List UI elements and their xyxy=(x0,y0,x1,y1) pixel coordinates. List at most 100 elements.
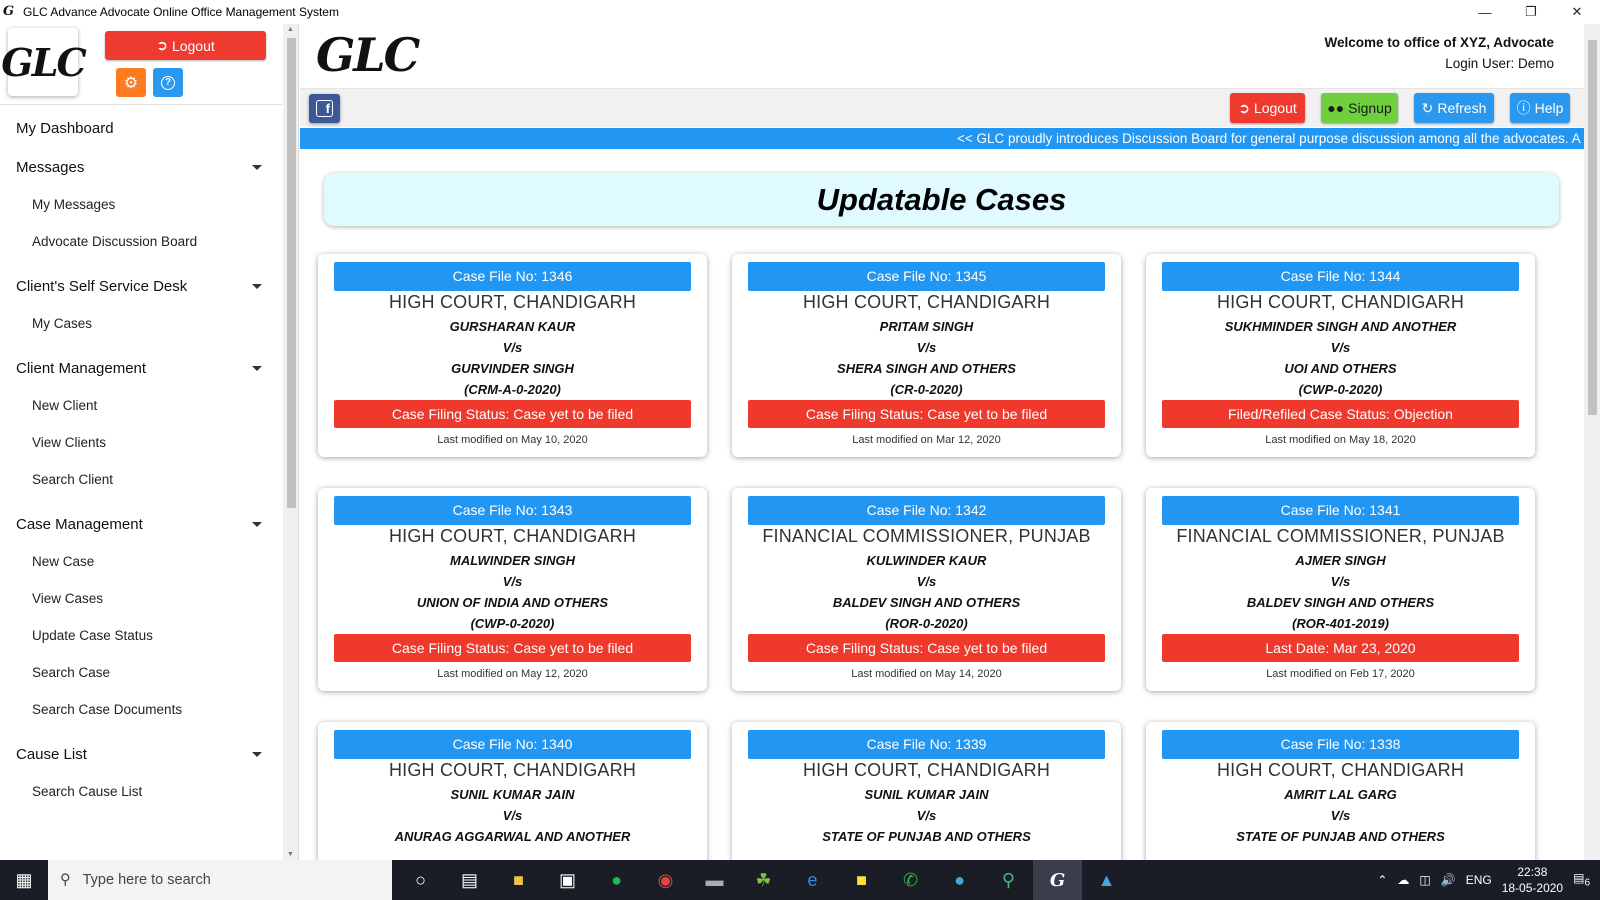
spotify-icon[interactable]: ● xyxy=(592,860,641,900)
case-file-number[interactable]: Case File No: 1339 xyxy=(748,730,1105,759)
sidebar-scrollbar[interactable]: ▲ ▼ xyxy=(283,24,298,860)
clock[interactable]: 22:38 18-05-2020 xyxy=(1502,864,1563,896)
language-indicator[interactable]: ENG xyxy=(1466,873,1492,887)
windows-start-icon[interactable]: ▦ xyxy=(0,860,48,900)
cortana-icon[interactable]: ○ xyxy=(396,860,445,900)
case-card[interactable]: Case File No: 1341 FINANCIAL COMMISSIONER… xyxy=(1146,488,1535,691)
scroll-up-icon[interactable]: ▲ xyxy=(287,26,294,33)
case-file-number[interactable]: Case File No: 1338 xyxy=(1162,730,1519,759)
chevron-up-icon[interactable]: ⌃ xyxy=(1377,873,1387,887)
sidebar-section-messages[interactable]: Messages xyxy=(0,149,282,186)
sidebar-logout-button[interactable]: ➲ Logout xyxy=(105,31,266,60)
news-ticker[interactable]: << GLC proudly introduces Discussion Boa… xyxy=(300,128,1584,149)
scrollbar-thumb[interactable] xyxy=(287,38,296,508)
case-file-number[interactable]: Case File No: 1342 xyxy=(748,496,1105,525)
case-file-number[interactable]: Case File No: 1343 xyxy=(334,496,691,525)
whatsapp-icon[interactable]: ✆ xyxy=(886,860,935,900)
glc-logo[interactable]: GLC xyxy=(1,28,87,96)
scrollbar-thumb[interactable] xyxy=(1588,40,1597,415)
task-view-icon[interactable]: ▤ xyxy=(445,860,494,900)
taskbar: ▦ ⚲ Type here to search ○ ▤ ■ ▣ ● ◉ ▬ ☘ … xyxy=(0,860,1600,900)
sidebar-item-search-case[interactable]: Search Case xyxy=(0,654,282,691)
sidebar-section-client-management[interactable]: Client Management xyxy=(0,350,282,387)
case-file-number[interactable]: Case File No: 1340 xyxy=(334,730,691,759)
help-button[interactable]: ⓘ Help xyxy=(1510,93,1570,123)
header-glc-logo[interactable]: GLC xyxy=(316,28,420,82)
refresh-button[interactable]: ↻ Refresh xyxy=(1414,93,1494,123)
chrome-icon[interactable]: ◉ xyxy=(641,860,690,900)
sidebar-section-cause-list[interactable]: Cause List xyxy=(0,736,282,773)
court-name: HIGH COURT, CHANDIGARH xyxy=(388,526,637,546)
scroll-down-icon[interactable]: ▼ xyxy=(287,851,294,858)
petitioner-name: MALWINDER SINGH xyxy=(450,553,575,568)
case-status-badge: Filed/Refiled Case Status: Objection xyxy=(1162,400,1519,428)
cloud-icon[interactable]: ☁ xyxy=(1397,873,1409,887)
sidebar-item-view-clients[interactable]: View Clients xyxy=(0,424,282,461)
notification-icon[interactable]: ▤6 xyxy=(1573,871,1590,888)
logout-button[interactable]: ➲ Logout xyxy=(1230,93,1305,123)
sidebar-section-self-service[interactable]: Client's Self Service Desk xyxy=(0,268,282,305)
main-scrollbar[interactable] xyxy=(1584,24,1600,860)
app-icon: G xyxy=(3,4,15,19)
case-card[interactable]: Case File No: 1344 HIGH COURT, CHANDIGARH… xyxy=(1146,254,1535,457)
maps-icon[interactable]: ⚲ xyxy=(984,860,1033,900)
case-card[interactable]: Case File No: 1339 HIGH COURT, CHANDIGARH… xyxy=(732,722,1121,860)
court-name: HIGH COURT, CHANDIGARH xyxy=(1216,292,1465,312)
case-status-badge: Case Filing Status: Case yet to be filed xyxy=(748,400,1105,428)
case-file-number[interactable]: Case File No: 1344 xyxy=(1162,262,1519,291)
sidebar-item-my-messages[interactable]: My Messages xyxy=(0,186,282,223)
case-card[interactable]: Case File No: 1346 HIGH COURT, CHANDIGARH… xyxy=(318,254,707,457)
restore-icon[interactable]: ❐ xyxy=(1508,0,1554,24)
case-card[interactable]: Case File No: 1342 FINANCIAL COMMISSIONER… xyxy=(732,488,1121,691)
sidebar-item-search-client[interactable]: Search Client xyxy=(0,461,282,498)
app-leaf-icon[interactable]: ☘ xyxy=(739,860,788,900)
signup-button[interactable]: ●● Signup xyxy=(1321,93,1398,123)
sidebar-item-search-case-documents[interactable]: Search Case Documents xyxy=(0,691,282,728)
app-icon[interactable]: ▬ xyxy=(690,860,739,900)
versus-label: V/s xyxy=(1330,340,1351,355)
case-status-badge: Case Filing Status: Case yet to be filed xyxy=(748,634,1105,662)
sidebar-item-view-cases[interactable]: View Cases xyxy=(0,580,282,617)
file-explorer-icon[interactable]: ■ xyxy=(494,860,543,900)
facebook-icon[interactable]: f xyxy=(309,94,340,123)
case-card[interactable]: Case File No: 1343 HIGH COURT, CHANDIGARH… xyxy=(318,488,707,691)
petitioner-name: SUNIL KUMAR JAIN xyxy=(450,787,575,802)
help-icon[interactable]: ? xyxy=(153,68,183,97)
sidebar-item-discussion-board[interactable]: Advocate Discussion Board xyxy=(0,223,282,260)
last-modified-text: Last modified on May 18, 2020 xyxy=(1265,434,1416,446)
close-icon[interactable]: ✕ xyxy=(1554,0,1600,24)
sidebar-item-new-case[interactable]: New Case xyxy=(0,543,282,580)
respondent-name: STATE OF PUNJAB AND OTHERS xyxy=(822,829,1031,844)
taskbar-search[interactable]: ⚲ Type here to search xyxy=(48,860,392,900)
minimize-icon[interactable]: — xyxy=(1462,0,1508,24)
sticky-notes-icon[interactable]: ■ xyxy=(837,860,886,900)
glc-app-icon[interactable]: G xyxy=(1033,860,1082,900)
edge-icon[interactable]: e xyxy=(788,860,837,900)
sidebar-item-my-cases[interactable]: My Cases xyxy=(0,305,282,342)
sidebar-item-search-cause-list[interactable]: Search Cause List xyxy=(0,773,282,810)
petitioner-name: KULWINDER KAUR xyxy=(866,553,987,568)
case-file-number[interactable]: Case File No: 1346 xyxy=(334,262,691,291)
case-card[interactable]: Case File No: 1338 HIGH COURT, CHANDIGARH… xyxy=(1146,722,1535,860)
case-number: (CWP-0-2020) xyxy=(1298,382,1383,397)
window-titlebar: G GLC Advance Advocate Online Office Man… xyxy=(0,0,1600,24)
photos-icon[interactable]: ▲ xyxy=(1082,860,1131,900)
petitioner-name: AMRIT LAL GARG xyxy=(1284,787,1397,802)
case-card[interactable]: Case File No: 1340 HIGH COURT, CHANDIGARH… xyxy=(318,722,707,860)
sidebar-item-dashboard[interactable]: My Dashboard xyxy=(0,109,282,149)
volume-icon[interactable]: 🔊 xyxy=(1441,873,1456,887)
sign-out-icon: ➲ xyxy=(1238,99,1250,116)
court-name: HIGH COURT, CHANDIGARH xyxy=(388,760,637,780)
settings-gear-icon[interactable]: ⚙ xyxy=(116,68,146,97)
sidebar-item-update-case-status[interactable]: Update Case Status xyxy=(0,617,282,654)
app-blue-icon[interactable]: ● xyxy=(935,860,984,900)
store-icon[interactable]: ▣ xyxy=(543,860,592,900)
respondent-name: BALDEV SINGH AND OTHERS xyxy=(832,595,1021,610)
window-title: GLC Advance Advocate Online Office Manag… xyxy=(23,5,339,19)
case-card[interactable]: Case File No: 1345 HIGH COURT, CHANDIGARH… xyxy=(732,254,1121,457)
case-file-number[interactable]: Case File No: 1341 xyxy=(1162,496,1519,525)
case-file-number[interactable]: Case File No: 1345 xyxy=(748,262,1105,291)
sidebar-section-case-management[interactable]: Case Management xyxy=(0,506,282,543)
sidebar-item-new-client[interactable]: New Client xyxy=(0,387,282,424)
network-icon[interactable]: ◫ xyxy=(1419,873,1430,887)
